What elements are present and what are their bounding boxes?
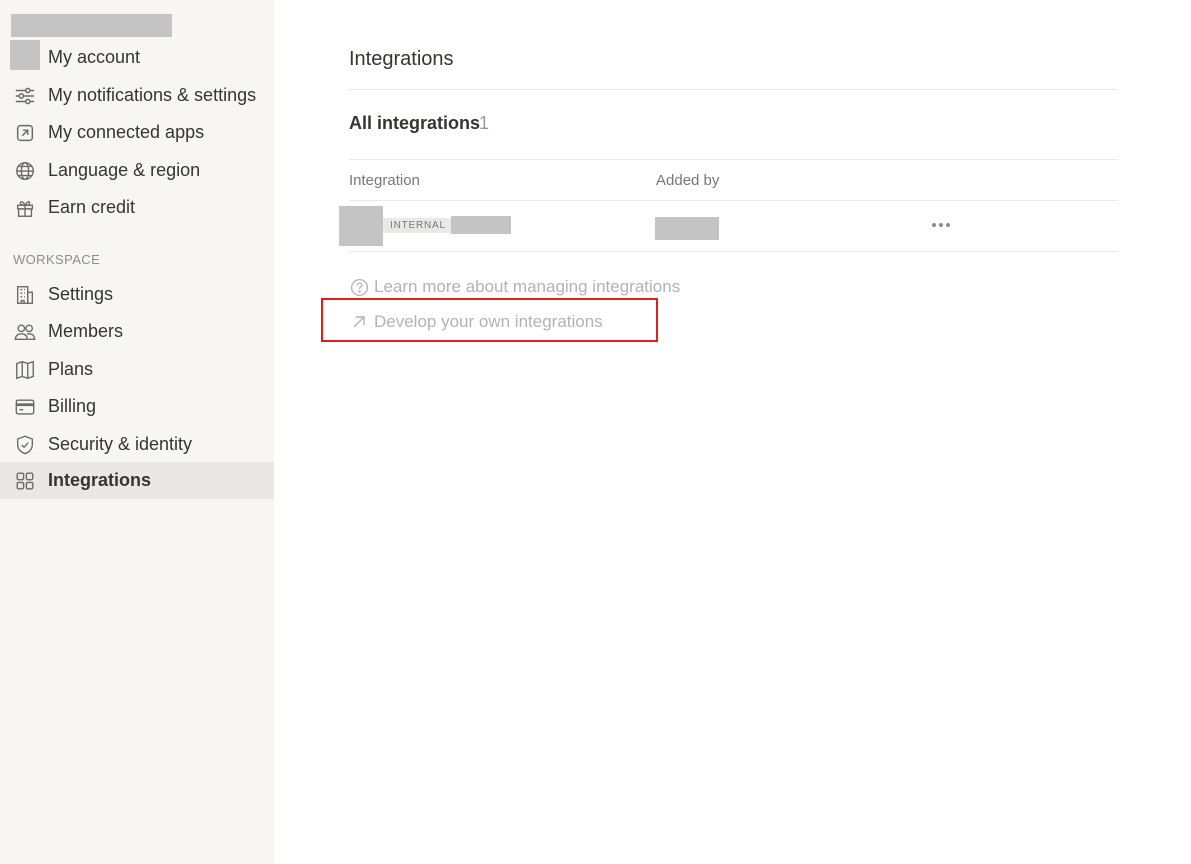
- column-header-integration: Integration: [349, 172, 420, 189]
- workspace-name-redacted: [11, 14, 172, 37]
- building-icon: [13, 283, 37, 307]
- sidebar-item-label: Earn credit: [48, 197, 136, 217]
- help-circle-icon: [349, 277, 369, 297]
- learn-more-link[interactable]: Learn more about managing integrations: [349, 274, 680, 300]
- learn-more-link-label: Learn more about managing integrations: [374, 277, 681, 296]
- sidebar-item-label: My connected apps: [48, 122, 205, 142]
- sidebar-item-label: My account: [48, 47, 141, 67]
- dot: [946, 223, 950, 227]
- sidebar-item-billing[interactable]: Billing: [0, 388, 274, 425]
- sidebar-item-label: Security & identity: [48, 434, 193, 454]
- sidebar-item-label: My notifications & settings: [48, 85, 257, 105]
- section-count: 1: [479, 113, 490, 133]
- gift-icon: [13, 196, 37, 220]
- section-title: All integrations: [349, 113, 481, 133]
- sidebar-item-plans[interactable]: Plans: [0, 351, 274, 388]
- globe-icon: [13, 159, 37, 183]
- workspace-section-label: WORKSPACE: [13, 252, 101, 267]
- divider: [349, 159, 1118, 160]
- integration-name-redacted: [451, 216, 511, 234]
- sidebar-item-label: Settings: [48, 284, 114, 304]
- column-header-added-by: Added by: [656, 172, 720, 189]
- sidebar-item-earn-credit[interactable]: Earn credit: [0, 189, 274, 226]
- sidebar-item-members[interactable]: Members: [0, 313, 274, 350]
- external-link-square-icon: [13, 121, 37, 145]
- sidebar-item-integrations[interactable]: Integrations: [0, 462, 274, 499]
- people-icon: [13, 320, 37, 344]
- shield-check-icon: [13, 433, 37, 457]
- sidebar-item-label: Language & region: [48, 160, 201, 180]
- highlight-box: [321, 298, 658, 342]
- added-by-redacted: [655, 217, 719, 240]
- grid-icon: [13, 469, 37, 493]
- internal-badge: INTERNAL: [383, 218, 453, 233]
- divider: [349, 251, 1118, 252]
- sidebar-item-security-identity[interactable]: Security & identity: [0, 426, 274, 463]
- more-options-button[interactable]: [930, 216, 952, 234]
- divider: [349, 89, 1118, 90]
- sliders-icon: [13, 84, 37, 108]
- avatar: [10, 40, 40, 70]
- sidebar-item-notifications[interactable]: My notifications & settings: [0, 77, 274, 114]
- sidebar-item-label: Members: [48, 321, 124, 341]
- sidebar: My account My notifications & settings M…: [0, 0, 274, 864]
- main-content: Integrations All integrations 1 Integrat…: [274, 0, 1191, 864]
- credit-card-icon: [13, 395, 37, 419]
- page-title: Integrations: [349, 48, 454, 70]
- dot: [939, 223, 943, 227]
- dot: [932, 223, 936, 227]
- sidebar-item-settings[interactable]: Settings: [0, 276, 274, 313]
- sidebar-item-label: Plans: [48, 359, 94, 379]
- divider: [349, 200, 1118, 201]
- sidebar-item-connected-apps[interactable]: My connected apps: [0, 114, 274, 151]
- map-icon: [13, 358, 37, 382]
- sidebar-item-label: Integrations: [48, 470, 152, 490]
- sidebar-item-label: Billing: [48, 396, 97, 416]
- integration-icon-redacted: [339, 206, 383, 246]
- sidebar-item-language-region[interactable]: Language & region: [0, 152, 274, 189]
- sidebar-item-my-account[interactable]: My account: [0, 39, 274, 76]
